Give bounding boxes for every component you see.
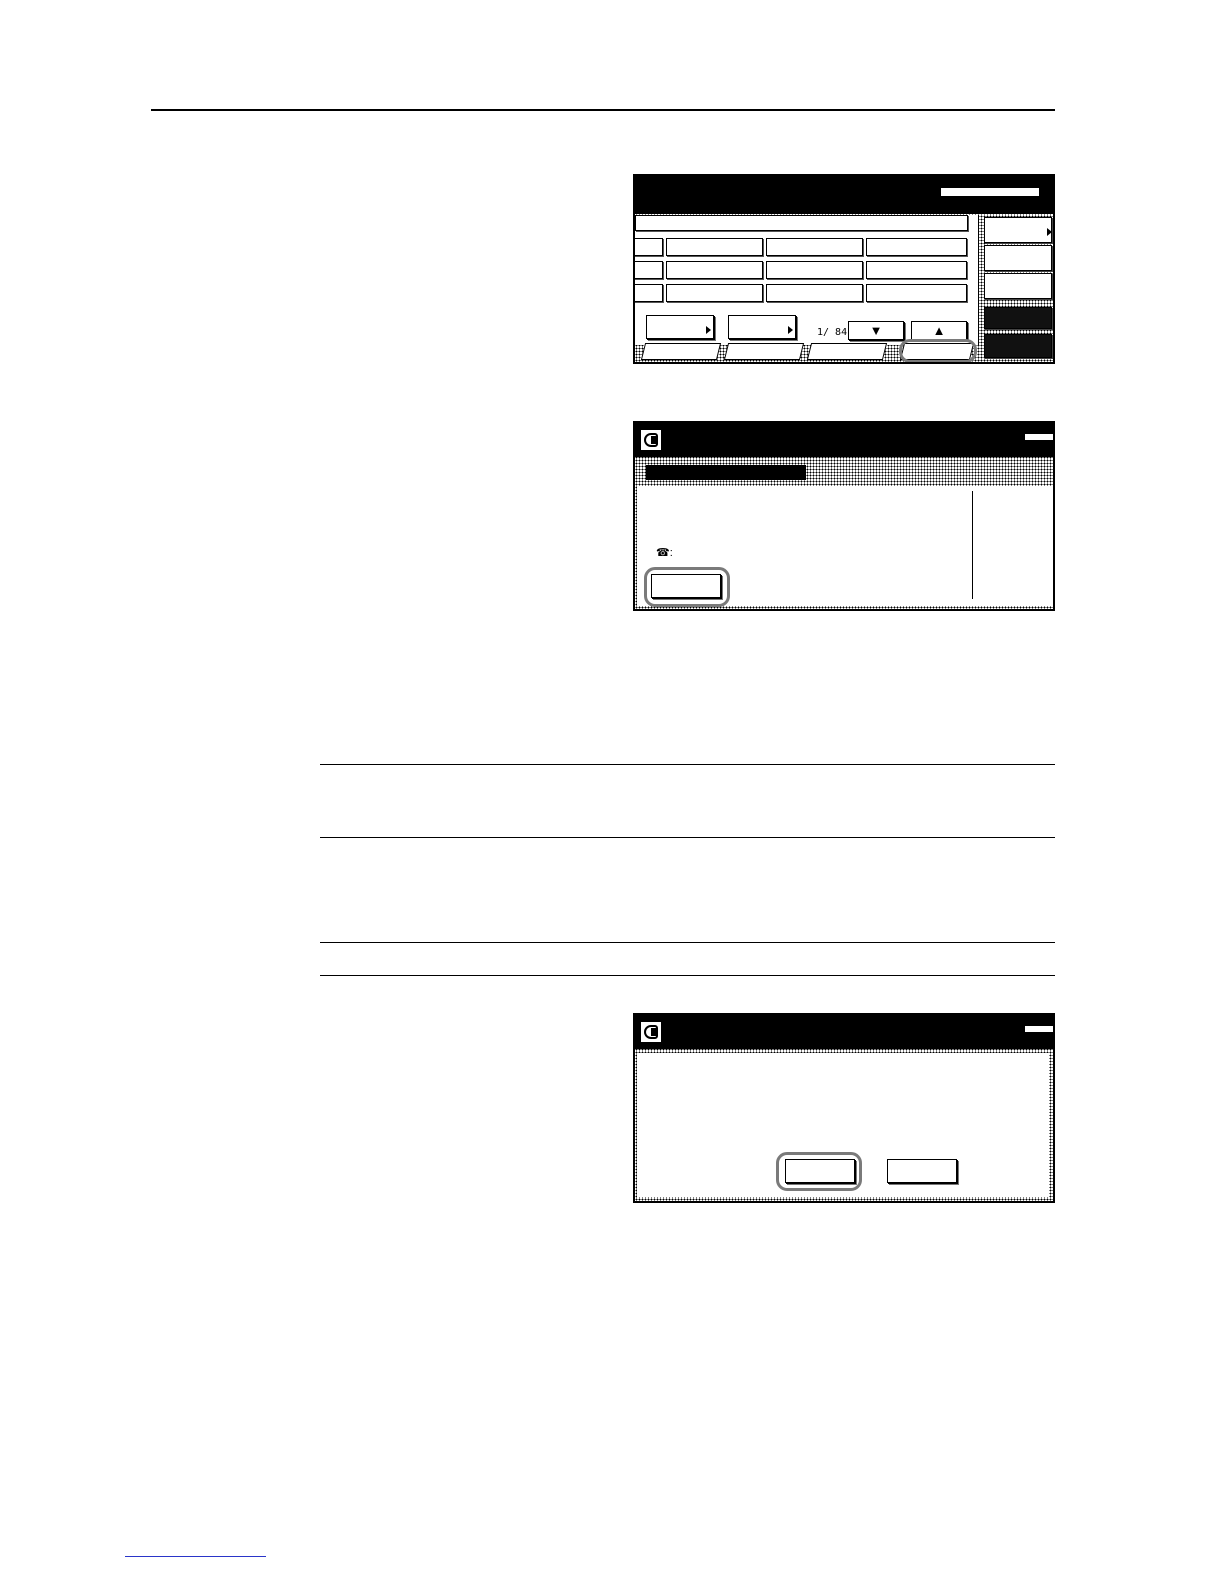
section-header-bar xyxy=(646,465,806,480)
scroll-down-button[interactable]: ▼ xyxy=(848,321,904,340)
arrow-up-icon: ▲ xyxy=(932,323,946,338)
scroll-up-button[interactable]: ▲ xyxy=(911,321,967,340)
list-cell[interactable] xyxy=(635,284,663,302)
column-divider xyxy=(972,491,973,599)
list-cell[interactable] xyxy=(766,238,863,256)
address-book-screen: 1/ 84 ▼ ▲ xyxy=(633,174,1055,364)
arrow-right-icon xyxy=(788,326,793,334)
page-top-rule xyxy=(151,109,1055,111)
destination-detail-screen: ☎: xyxy=(633,421,1055,611)
title-bar-indicator xyxy=(1025,1026,1053,1032)
sort-button-2[interactable] xyxy=(728,315,796,339)
list-cell[interactable] xyxy=(635,261,663,279)
footer-link[interactable] xyxy=(125,1556,266,1557)
list-header-bar xyxy=(635,215,968,231)
screen-title-bar xyxy=(635,1015,1053,1049)
list-cell[interactable] xyxy=(666,284,763,302)
title-bar-indicator xyxy=(1025,434,1053,440)
side-button-4[interactable] xyxy=(984,307,1052,329)
list-cell[interactable] xyxy=(866,238,967,256)
side-button-2[interactable] xyxy=(984,245,1052,271)
side-button-1[interactable] xyxy=(984,217,1052,243)
fax-icon xyxy=(640,1021,662,1043)
list-cell[interactable] xyxy=(866,261,967,279)
arrow-down-icon: ▼ xyxy=(869,323,883,338)
arrow-right-icon xyxy=(706,326,711,334)
side-button-3[interactable] xyxy=(984,273,1052,299)
tab-2[interactable] xyxy=(723,343,805,360)
title-bar-indicator xyxy=(941,188,1039,196)
section-rule xyxy=(320,975,1055,976)
list-cell[interactable] xyxy=(635,238,663,256)
highlight-ring xyxy=(776,1152,862,1191)
highlight-ring xyxy=(899,339,977,362)
list-cell[interactable] xyxy=(666,261,763,279)
confirm-no-button[interactable] xyxy=(887,1159,957,1183)
list-cell[interactable] xyxy=(666,238,763,256)
screen-title-bar xyxy=(635,423,1053,457)
list-cell[interactable] xyxy=(766,284,863,302)
fax-icon xyxy=(640,429,662,451)
section-rule xyxy=(320,942,1055,943)
highlight-ring xyxy=(644,567,730,607)
tab-1[interactable] xyxy=(640,343,722,360)
arrow-right-icon xyxy=(1047,228,1052,236)
page-counter: 1/ 84 xyxy=(817,327,848,338)
section-rule xyxy=(320,837,1055,838)
tab-3[interactable] xyxy=(806,343,888,360)
side-button-5[interactable] xyxy=(984,334,1052,358)
sort-button-1[interactable] xyxy=(646,315,714,339)
list-cell[interactable] xyxy=(866,284,967,302)
phone-label: ☎: xyxy=(656,547,673,559)
confirmation-screen xyxy=(633,1013,1055,1203)
list-cell[interactable] xyxy=(766,261,863,279)
section-rule xyxy=(320,764,1055,765)
